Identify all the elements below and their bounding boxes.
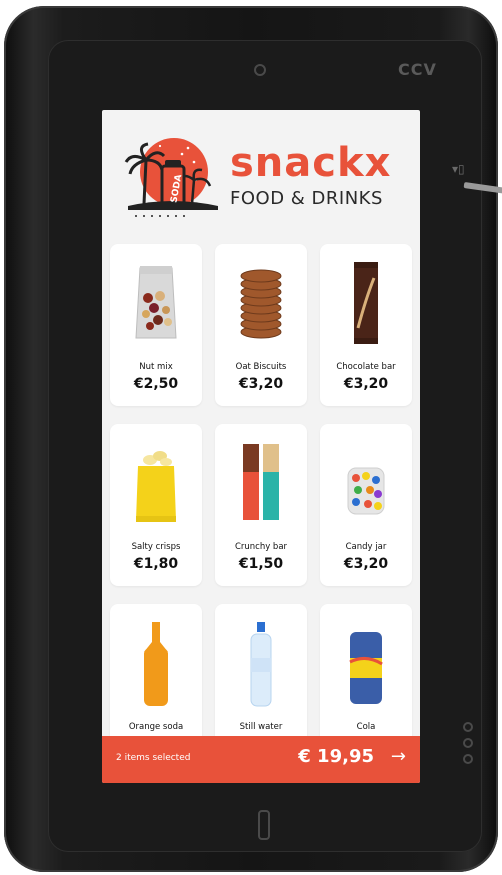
product-name: Salty crisps	[131, 542, 181, 552]
product-card[interactable]: Salty crisps €1,80	[110, 424, 202, 586]
product-price: €3,20	[238, 376, 284, 392]
product-card[interactable]: Oat Biscuits €3,20	[215, 244, 307, 406]
product-card[interactable]: Crunchy bar €1,50	[215, 424, 307, 586]
oat-biscuits-stack-icon	[240, 269, 282, 339]
kiosk-screen: SODA snackx FOOD & DRINKS Nut mix €2,50	[102, 110, 420, 783]
product-card[interactable]: Candy jar €3,20	[320, 424, 412, 586]
product-name: Oat Biscuits	[235, 362, 287, 372]
product-name: Candy jar	[345, 542, 387, 552]
camera-icon	[254, 64, 266, 76]
product-name: Orange soda	[128, 722, 184, 732]
water-bottle-icon	[250, 622, 272, 707]
side-buttons	[460, 718, 476, 776]
items-selected-label: 2 items selected	[116, 753, 191, 763]
brand-name: snackx	[230, 140, 392, 186]
crunchy-bars-icon	[243, 444, 279, 520]
app-logo: SODA snackx FOOD & DRINKS	[122, 132, 402, 222]
product-price: €3,20	[343, 376, 389, 392]
chocolate-bar-icon	[354, 262, 378, 344]
product-name: Chocolate bar	[336, 362, 396, 372]
brand-subtitle: FOOD & DRINKS	[230, 188, 383, 209]
cart-total: € 19,95	[298, 746, 374, 767]
crisps-bag-icon	[136, 451, 176, 522]
product-name: Nut mix	[139, 362, 173, 372]
nut-mix-bag-icon	[135, 266, 177, 339]
candy-jar-icon	[347, 467, 385, 515]
product-name: Cola	[356, 722, 376, 732]
product-name: Still water	[239, 722, 283, 732]
card-reader-indicator-icon: ▾▯	[452, 162, 465, 176]
product-price: €3,20	[343, 556, 389, 572]
card-slot	[258, 810, 270, 840]
device-brand-logo: CCV	[398, 60, 437, 79]
product-card[interactable]: Chocolate bar €3,20	[320, 244, 412, 406]
checkout-bar[interactable]: 2 items selected € 19,95 →	[102, 736, 420, 783]
palm-soda-logo-icon: SODA	[124, 138, 218, 217]
arrow-right-icon[interactable]: →	[391, 746, 406, 767]
product-card[interactable]: Nut mix €2,50	[110, 244, 202, 406]
cola-can-icon	[349, 632, 383, 704]
product-price: €1,50	[238, 556, 284, 572]
product-name: Crunchy bar	[234, 542, 288, 552]
product-price: €2,50	[133, 376, 179, 392]
orange-soda-bottle-icon	[144, 622, 168, 706]
product-price: €1,80	[133, 556, 179, 572]
